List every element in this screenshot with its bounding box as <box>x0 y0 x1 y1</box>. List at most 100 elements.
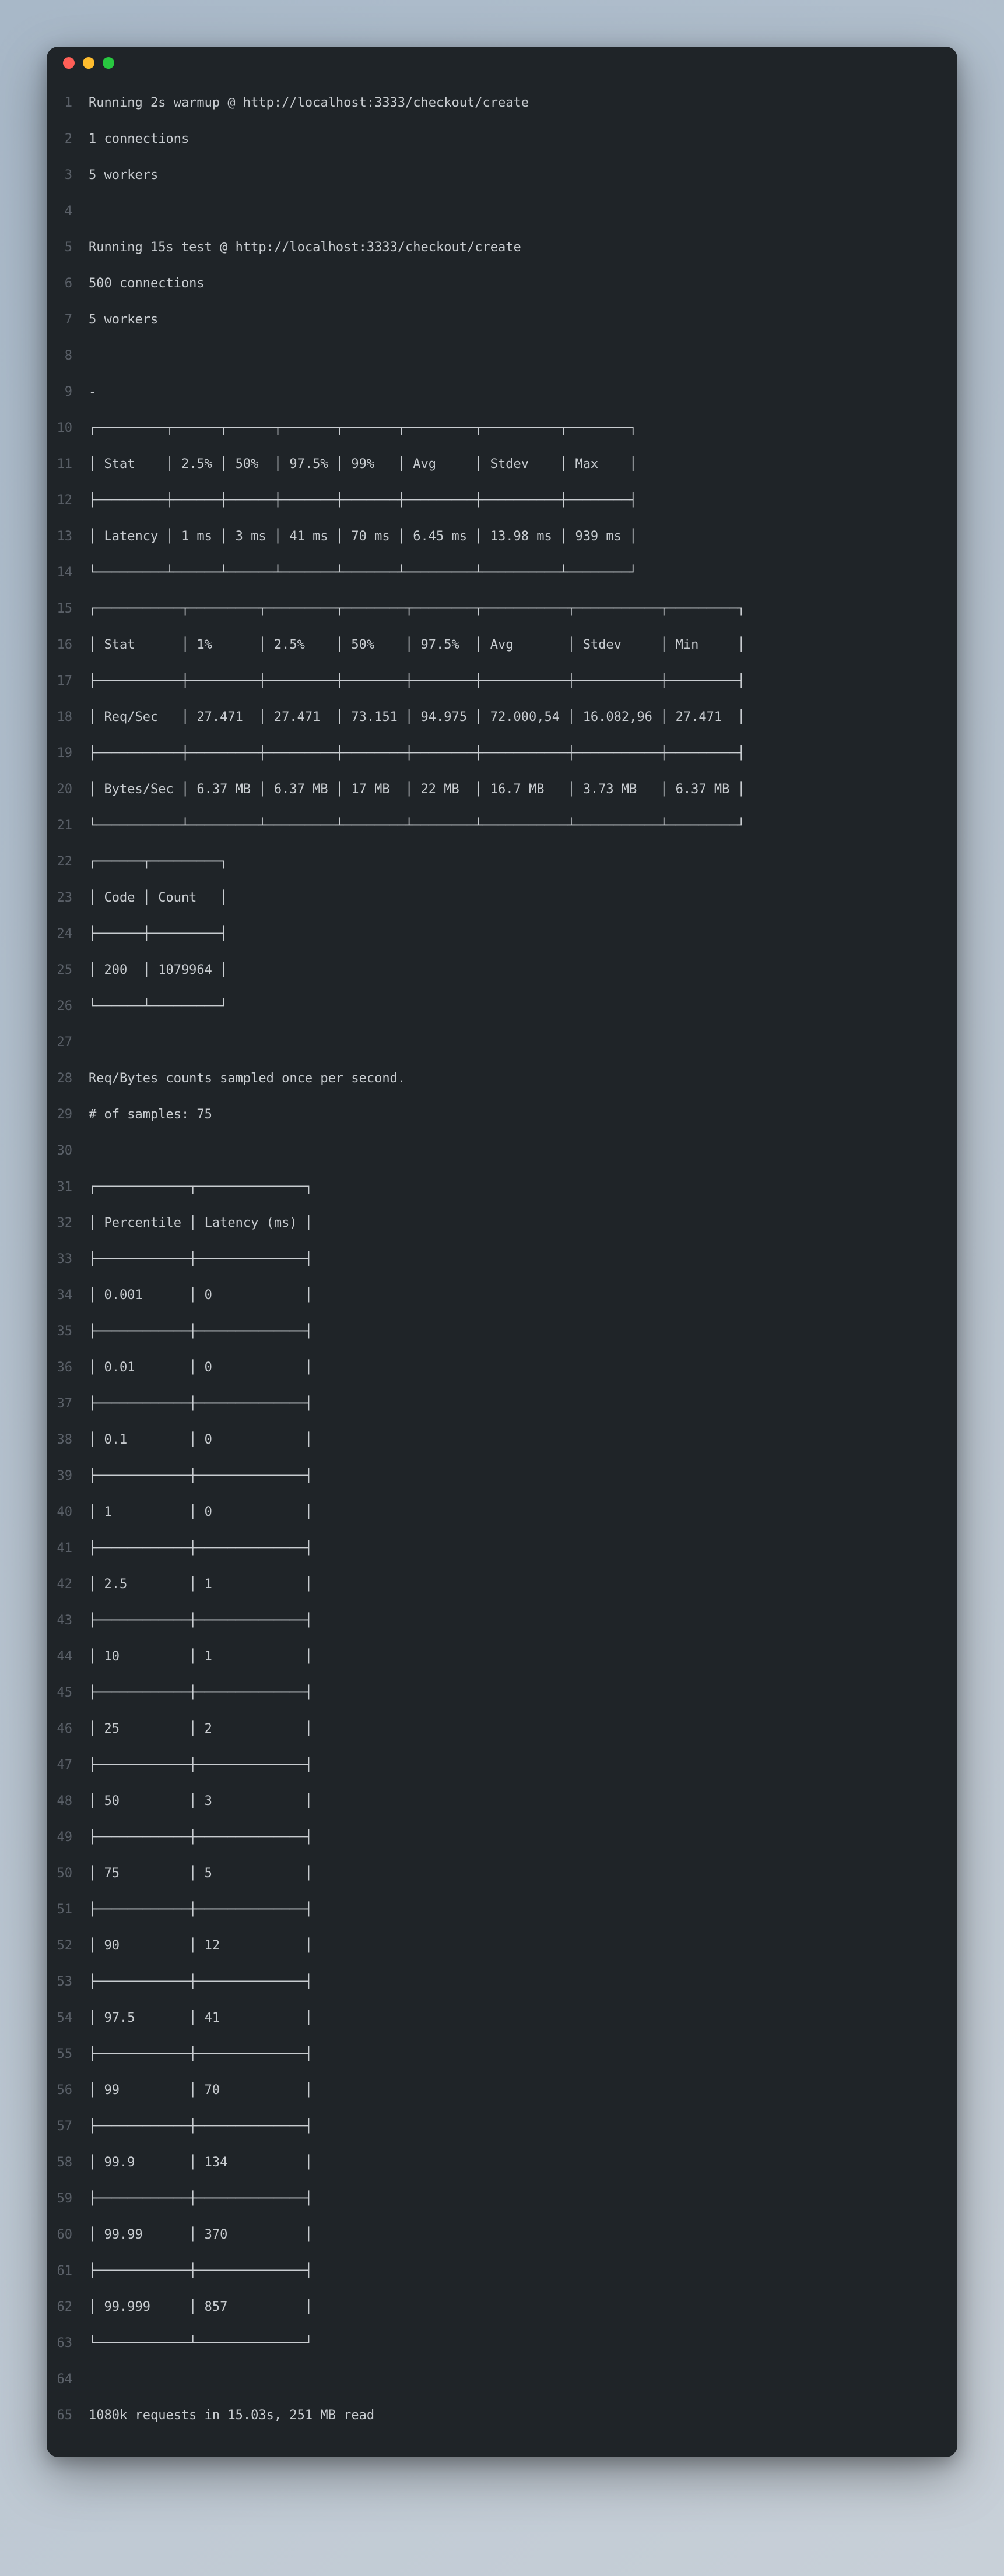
line-number: 8 <box>47 338 89 374</box>
line-number: 58 <box>47 2145 89 2181</box>
terminal-line: 32│ Percentile │ Latency (ms) │ <box>47 1205 957 1241</box>
terminal-line: 57├────────────┼──────────────┤ <box>47 2109 957 2145</box>
line-number: 45 <box>47 1675 89 1711</box>
line-text: │ Percentile │ Latency (ms) │ <box>89 1205 957 1241</box>
line-number: 12 <box>47 483 89 519</box>
terminal-line: 22┌──────┬─────────┐ <box>47 844 957 880</box>
terminal-line: 54│ 97.5 │ 41 │ <box>47 2000 957 2036</box>
line-number: 21 <box>47 808 89 844</box>
line-number: 10 <box>47 410 89 446</box>
terminal-line: 29# of samples: 75 <box>47 1097 957 1133</box>
line-number: 18 <box>47 699 89 736</box>
terminal-line: 61├────────────┼──────────────┤ <box>47 2253 957 2289</box>
line-number: 41 <box>47 1530 89 1567</box>
line-number: 17 <box>47 663 89 699</box>
line-number: 6 <box>47 266 89 302</box>
line-text: │ 200 │ 1079964 │ <box>89 952 957 988</box>
line-text: └────────────┴──────────────┘ <box>89 2325 957 2362</box>
line-number: 35 <box>47 1314 89 1350</box>
line-text: │ Bytes/Sec │ 6.37 MB │ 6.37 MB │ 17 MB … <box>89 772 957 808</box>
line-number: 31 <box>47 1169 89 1205</box>
line-number: 7 <box>47 302 89 338</box>
terminal-line: 36│ 0.01 │ 0 │ <box>47 1350 957 1386</box>
line-text: │ 0.1 │ 0 │ <box>89 1422 957 1458</box>
line-text: ├────────────┼──────────────┤ <box>89 1458 957 1494</box>
line-text: │ Latency │ 1 ms │ 3 ms │ 41 ms │ 70 ms … <box>89 519 957 555</box>
line-text: ├────────────┼──────────────┤ <box>89 1530 957 1567</box>
line-text: Running 15s test @ http://localhost:3333… <box>89 230 957 266</box>
line-number: 16 <box>47 627 89 663</box>
line-text: ├────────────┼──────────────┤ <box>89 2109 957 2145</box>
terminal-line: 37├────────────┼──────────────┤ <box>47 1386 957 1422</box>
line-text: │ 97.5 │ 41 │ <box>89 2000 957 2036</box>
line-number: 11 <box>47 446 89 483</box>
terminal-line: 63└────────────┴──────────────┘ <box>47 2325 957 2362</box>
line-number: 20 <box>47 772 89 808</box>
line-text: │ Stat │ 1% │ 2.5% │ 50% │ 97.5% │ Avg │… <box>89 627 957 663</box>
line-number: 23 <box>47 880 89 916</box>
terminal-line: 43├────────────┼──────────────┤ <box>47 1603 957 1639</box>
terminal-line: 23│ Code │ Count │ <box>47 880 957 916</box>
terminal-line: 20│ Bytes/Sec │ 6.37 MB │ 6.37 MB │ 17 M… <box>47 772 957 808</box>
line-text: - <box>89 374 957 410</box>
minimize-icon[interactable] <box>83 57 94 69</box>
terminal-line: 48│ 50 │ 3 │ <box>47 1783 957 1820</box>
line-text: ├────────────┼──────────────┤ <box>89 1386 957 1422</box>
window-titlebar <box>47 47 957 79</box>
line-text: ├────────────┼──────────────┤ <box>89 1747 957 1783</box>
line-text: ├────────────┼──────────────┤ <box>89 1892 957 1928</box>
line-text: ├────────────┼──────────────┤ <box>89 1314 957 1350</box>
line-number: 62 <box>47 2289 89 2325</box>
line-number: 63 <box>47 2325 89 2362</box>
line-text: Req/Bytes counts sampled once per second… <box>89 1061 957 1097</box>
line-number: 9 <box>47 374 89 410</box>
close-icon[interactable] <box>63 57 75 69</box>
line-text: │ 25 │ 2 │ <box>89 1711 957 1747</box>
terminal-line: 651080k requests in 15.03s, 251 MB read <box>47 2398 957 2434</box>
line-text: ├───────────┼─────────┼─────────┼───────… <box>89 736 957 772</box>
terminal-line: 10┌─────────┬──────┬──────┬───────┬─────… <box>47 410 957 446</box>
terminal-line: 13│ Latency │ 1 ms │ 3 ms │ 41 ms │ 70 m… <box>47 519 957 555</box>
terminal-line: 12├─────────┼──────┼──────┼───────┼─────… <box>47 483 957 519</box>
line-number: 36 <box>47 1350 89 1386</box>
line-text: 5 workers <box>89 157 957 193</box>
line-number: 61 <box>47 2253 89 2289</box>
line-number: 46 <box>47 1711 89 1747</box>
line-number: 34 <box>47 1278 89 1314</box>
terminal-line: 25│ 200 │ 1079964 │ <box>47 952 957 988</box>
terminal-line: 39├────────────┼──────────────┤ <box>47 1458 957 1494</box>
line-number: 48 <box>47 1783 89 1820</box>
zoom-icon[interactable] <box>103 57 114 69</box>
terminal-line: 15┌───────────┬─────────┬─────────┬─────… <box>47 591 957 627</box>
terminal-line: 41├────────────┼──────────────┤ <box>47 1530 957 1567</box>
terminal-line: 26└──────┴─────────┘ <box>47 988 957 1025</box>
line-text: │ 2.5 │ 1 │ <box>89 1567 957 1603</box>
terminal-line: 52│ 90 │ 12 │ <box>47 1928 957 1964</box>
line-text: └──────┴─────────┘ <box>89 988 957 1025</box>
line-number: 26 <box>47 988 89 1025</box>
terminal-line: 35 workers <box>47 157 957 193</box>
terminal-line: 47├────────────┼──────────────┤ <box>47 1747 957 1783</box>
terminal-line: 53├────────────┼──────────────┤ <box>47 1964 957 2000</box>
line-text: │ 75 │ 5 │ <box>89 1856 957 1892</box>
line-text: 1080k requests in 15.03s, 251 MB read <box>89 2398 957 2434</box>
line-text: │ Stat │ 2.5% │ 50% │ 97.5% │ 99% │ Avg … <box>89 446 957 483</box>
terminal-line: 16│ Stat │ 1% │ 2.5% │ 50% │ 97.5% │ Avg… <box>47 627 957 663</box>
line-number: 39 <box>47 1458 89 1494</box>
line-number: 5 <box>47 230 89 266</box>
line-number: 32 <box>47 1205 89 1241</box>
line-number: 49 <box>47 1820 89 1856</box>
line-number: 29 <box>47 1097 89 1133</box>
terminal-line: 58│ 99.9 │ 134 │ <box>47 2145 957 2181</box>
line-number: 33 <box>47 1241 89 1278</box>
terminal-line: 9- <box>47 374 957 410</box>
line-text: # of samples: 75 <box>89 1097 957 1133</box>
line-number: 3 <box>47 157 89 193</box>
line-text: ├────────────┼──────────────┤ <box>89 1820 957 1856</box>
line-text: ├──────┼─────────┤ <box>89 916 957 952</box>
terminal-line: 30 <box>47 1133 957 1169</box>
terminal-line: 21 connections <box>47 121 957 157</box>
line-number: 14 <box>47 555 89 591</box>
line-text: │ 0.01 │ 0 │ <box>89 1350 957 1386</box>
terminal-line: 34│ 0.001 │ 0 │ <box>47 1278 957 1314</box>
